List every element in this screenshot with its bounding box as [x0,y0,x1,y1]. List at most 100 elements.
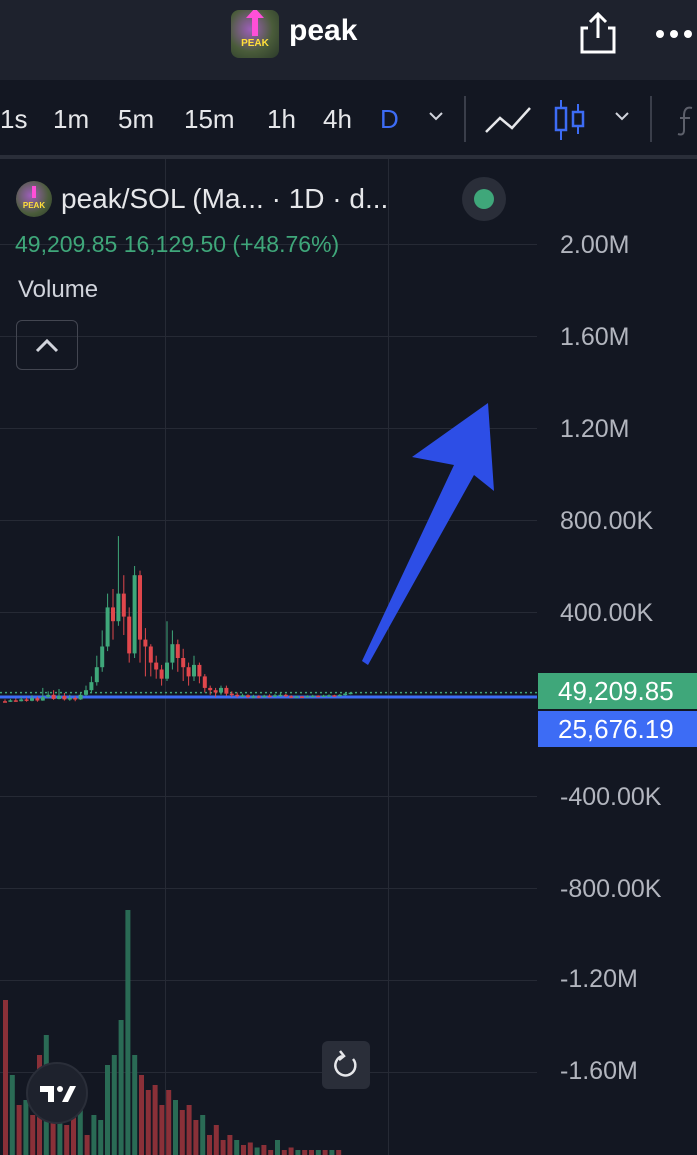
candle-body [89,682,94,691]
volume-bar [64,1125,70,1155]
candle-body [337,694,342,697]
volume-bar [91,1115,97,1155]
candle-body [40,697,45,701]
candle-body [100,646,105,668]
volume-bar [213,1125,219,1155]
volume-bar [186,1105,192,1155]
candle-body [3,701,7,703]
candle-body [262,695,267,698]
volume-indicator-label[interactable]: Volume [18,276,98,304]
reset-icon [334,1050,357,1077]
volume-bar [254,1147,260,1155]
chevron-up-icon [35,338,59,353]
candle-body [321,695,326,697]
price-axis-label: -1.20M [560,965,638,993]
candle-body [19,699,24,702]
price-axis-label: -400.00K [560,783,662,811]
candle-body [181,658,186,668]
volume-bar [9,1075,15,1155]
candle-body [121,593,126,617]
volume-bar [111,1055,117,1155]
annotation-arrow-icon [362,403,494,665]
volume-bar [295,1150,301,1155]
candle-body [111,607,115,622]
candle-body [8,700,13,702]
candle-body [240,695,245,697]
volume-bar [288,1147,294,1155]
candle-body [46,694,51,698]
price-axis-label: -1.60M [560,1057,638,1085]
candle-body [62,695,67,700]
candle-body [202,676,207,688]
candle-body [170,644,175,663]
candle-body [332,695,337,697]
candle-body [132,575,137,654]
volume-bar [125,910,131,1155]
volume-bar [309,1150,314,1155]
candle-body [143,639,148,647]
candle-body [165,662,169,679]
volume-bar [302,1150,308,1155]
volume-bar [247,1142,253,1155]
candle-body [294,696,299,698]
candle-body [94,667,99,683]
more-icon[interactable] [654,22,694,46]
volume-bar [207,1135,212,1155]
price-axis-label: 2.00M [560,231,630,259]
candle-body [35,698,40,701]
volume-bar [145,1090,151,1155]
candle-body [267,695,272,698]
candle-body [192,664,196,677]
volume-bar [16,1105,22,1155]
volume-bar [241,1145,246,1155]
volume-bar [315,1150,321,1155]
candle-body [224,687,229,694]
candle-body [51,694,56,699]
price-axis-label: 400.00K [560,599,654,627]
volume-bar [227,1135,233,1155]
candle-body [208,687,213,691]
symbol-title[interactable]: peak/SOL (Ma... · 1D · d... [61,183,388,215]
second-price-tag: 25,676.19 [538,711,697,747]
candle-body [316,695,321,698]
candlestick-icon[interactable] [552,98,588,142]
volume-bar [179,1110,185,1155]
candle-body [138,575,142,640]
tradingview-logo[interactable] [26,1062,88,1124]
candle-body [67,698,72,700]
volume-bar [132,1055,138,1155]
market-status-indicator[interactable] [462,177,506,221]
ohlc-values: 49,209.85 16,129.50 (+48.76%) [15,231,340,257]
symbol-logo: PEAK [16,181,52,217]
volume-bar [84,1135,90,1155]
volume-bar [139,1075,144,1155]
symbol-logo-text: PEAK [22,201,46,210]
candle-body [213,690,218,693]
collapse-legend-button[interactable] [16,320,78,370]
candle-body [310,695,315,698]
last-price-tag: 49,209.85 [538,673,697,709]
indicator-icon[interactable] [672,104,696,138]
candle-body [256,696,261,698]
toolbar-divider [650,96,652,142]
candle-body [327,695,331,697]
volume-bar [275,1140,280,1155]
candle-body [73,698,78,700]
price-axis-label: 1.60M [560,323,630,351]
candle-body [159,669,164,679]
volume-bar [281,1150,287,1155]
reset-chart-button[interactable] [322,1041,370,1089]
volume-bar [23,1100,29,1155]
candle-body [116,593,121,622]
candle-body [175,644,180,658]
candle-body [289,696,294,698]
volume-bar [166,1090,172,1155]
candle-body [84,690,88,695]
volume-bar [98,1120,104,1155]
volume-bar [200,1115,206,1155]
chevron-down-icon[interactable] [614,108,630,124]
volume-bar [261,1145,267,1155]
share-icon[interactable] [578,10,618,56]
volume-bar [268,1150,274,1155]
volume-bar [105,1065,110,1155]
